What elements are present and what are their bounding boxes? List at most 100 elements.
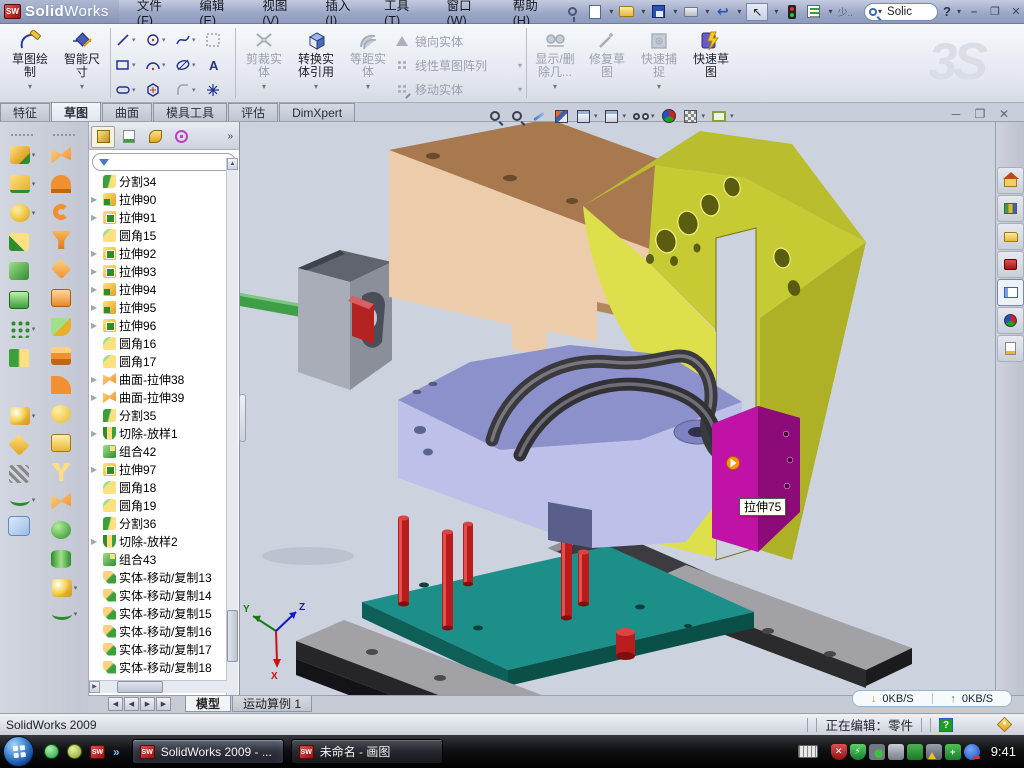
tree-item[interactable]: ▶ 实体-移动/复制18 (91, 658, 227, 676)
tree-item[interactable]: ▶ 圆角18 (91, 478, 227, 496)
save-caret-icon[interactable]: ▾ (673, 7, 677, 16)
help-caret-icon[interactable]: ▾ (957, 7, 961, 16)
toolbar-button[interactable]: ▾ (9, 233, 35, 251)
smart-dimension-caret-icon[interactable]: ▾ (80, 80, 84, 93)
toolbar-button[interactable]: ▾ (9, 291, 35, 309)
ellipse-tool[interactable]: ▾ (173, 52, 203, 77)
options-button[interactable] (805, 4, 822, 20)
toolbar-caret-icon[interactable]: ▾ (32, 180, 36, 188)
undo-caret-icon[interactable]: ▾ (737, 7, 741, 16)
select-button[interactable]: ↖ (746, 3, 768, 21)
hide-show-caret-icon[interactable]: ▾ (651, 112, 655, 120)
circle-tool[interactable]: ▾ (143, 27, 173, 52)
tree-item[interactable]: ▶ 实体-移动/复制16 (91, 622, 227, 640)
sync-status-tray-icon[interactable] (964, 744, 980, 760)
core-insert-block[interactable] (298, 250, 392, 390)
apply-scene-icon[interactable] (683, 108, 699, 124)
tree-item[interactable]: ▶ 实体-移动/复制14 (91, 586, 227, 604)
view-settings-caret-icon[interactable]: ▾ (730, 112, 734, 120)
tree-filter-box[interactable] (92, 153, 236, 171)
open-caret-icon[interactable]: ▾ (641, 7, 645, 16)
toolbar-button[interactable]: ▾ (10, 204, 36, 222)
convert-entities-button[interactable]: 转换实 体引用 ▾ (290, 24, 342, 102)
doc-restore-button[interactable]: ❐ (972, 107, 988, 121)
expand-arrow-icon[interactable]: ▶ (91, 537, 100, 546)
expand-arrow-icon[interactable]: ▶ (91, 285, 100, 294)
toolbar-button[interactable]: ▾ (9, 262, 35, 280)
doc-minimize-button[interactable]: ─ (948, 107, 964, 121)
tree-item[interactable]: ▶ 拉伸91 (91, 208, 227, 226)
graphics-viewport[interactable]: Y Z X 拉伸75 (240, 122, 995, 695)
start-button[interactable] (3, 736, 34, 767)
save-button[interactable] (650, 4, 667, 20)
slot-tool[interactable]: ▾ (113, 77, 143, 102)
trim-caret-icon[interactable]: ▾ (262, 80, 266, 93)
sheet-nav-button[interactable]: ◀ (124, 697, 139, 711)
tree-item[interactable]: ▶ 切除-放样1 (91, 424, 227, 442)
tree-item[interactable]: ▶ 组合42 (91, 442, 227, 460)
quick-snaps-caret-icon[interactable]: ▾ (657, 80, 661, 93)
view-settings-icon[interactable] (711, 108, 727, 124)
toolbar-caret-icon[interactable]: ▾ (74, 610, 78, 618)
spline-tool[interactable]: ▾ (173, 27, 203, 52)
toolbar-button[interactable]: ▾ (51, 175, 77, 193)
toolbar-button[interactable]: ▾ (52, 579, 78, 597)
scroll-up-icon[interactable]: ▲ (227, 158, 238, 170)
tree-item[interactable]: ▶ 圆角16 (91, 334, 227, 352)
tree-item[interactable]: ▶ 拉伸90 (91, 190, 227, 208)
toolbar-button[interactable]: ▾ (51, 405, 77, 423)
tree-item[interactable]: ▶ 圆角17 (91, 352, 227, 370)
point-tool[interactable] (203, 77, 233, 102)
tree-item[interactable]: ▶ 实体-移动/复制15 (91, 604, 227, 622)
linear-pattern-caret-icon[interactable]: ▾ (518, 61, 524, 70)
panel-chevron-icon[interactable]: » (227, 131, 237, 142)
polygon-tool[interactable] (143, 77, 173, 102)
magic-wand-icon[interactable] (531, 108, 547, 124)
select-caret-icon[interactable]: ▾ (774, 7, 778, 16)
print-caret-icon[interactable]: ▾ (705, 7, 709, 16)
new-document-button[interactable] (586, 4, 603, 20)
toolbar-button[interactable]: ▾ (52, 608, 78, 620)
tree-item[interactable]: ▶ 曲面-拉伸38 (91, 370, 227, 388)
apply-scene-caret-icon[interactable]: ▾ (702, 112, 706, 120)
toolbar-button[interactable]: ▾ (51, 492, 77, 510)
dimxpert-manager-tab[interactable] (169, 126, 193, 148)
tree-horizontal-scrollbar[interactable]: ◀ ▶ (89, 680, 227, 693)
toolbar-button[interactable]: ▾ (51, 318, 77, 336)
expand-arrow-icon[interactable]: ▶ (91, 213, 100, 222)
sheet-nav-button[interactable]: ◀ (108, 697, 123, 711)
sheet-nav-button[interactable]: ▶ (140, 697, 155, 711)
display-style-icon[interactable] (604, 108, 620, 124)
view-palette-tab[interactable] (997, 279, 1024, 306)
volume-tray-icon[interactable] (888, 744, 904, 760)
taskbar-clock[interactable]: 9:41 (991, 744, 1016, 759)
command-tab[interactable]: 评估 (228, 103, 278, 121)
toolbar-button[interactable]: ▾ (9, 349, 35, 367)
toolbar-caret-icon[interactable]: ▾ (32, 325, 36, 333)
sketch-button[interactable]: 草图绘 制 ▾ (4, 24, 56, 102)
expand-arrow-icon[interactable]: ▶ (91, 249, 100, 258)
toolbar-button[interactable]: ▾ (10, 175, 36, 193)
tree-item[interactable]: ▶ 拉伸97 (91, 460, 227, 478)
toolbar-button[interactable]: ▾ (10, 494, 36, 506)
open-button[interactable] (618, 4, 635, 20)
tree-item[interactable]: ▶ 曲面-拉伸39 (91, 388, 227, 406)
tree-item[interactable]: ▶ 组合43 (91, 550, 227, 568)
sketch-picture-tool[interactable] (203, 27, 233, 52)
offset-caret-icon[interactable]: ▾ (366, 80, 370, 93)
move-entities-caret-icon[interactable]: ▾ (518, 85, 524, 94)
toolbar-button[interactable]: ▾ (51, 376, 77, 394)
sheet-nav-button[interactable]: ▶ (156, 697, 171, 711)
quick-launch-icon[interactable] (67, 744, 82, 759)
document-tab[interactable]: 模型 (185, 696, 231, 712)
repair-sketch-button[interactable]: 修复草 图 (581, 24, 633, 102)
keyboard-layout-icon[interactable] (798, 745, 818, 758)
rebuild-button[interactable] (783, 4, 800, 20)
toolbar-caret-icon[interactable]: ▾ (74, 584, 78, 592)
offset-entities-button[interactable]: 等距实 体 ▾ (342, 24, 394, 102)
command-tab[interactable]: 模具工具 (153, 103, 227, 121)
toolbar-button[interactable]: ▾ (10, 407, 36, 425)
expand-arrow-icon[interactable]: ▶ (91, 429, 100, 438)
base-plates[interactable] (296, 526, 912, 695)
tree-item[interactable]: ▶ 分割36 (91, 514, 227, 532)
